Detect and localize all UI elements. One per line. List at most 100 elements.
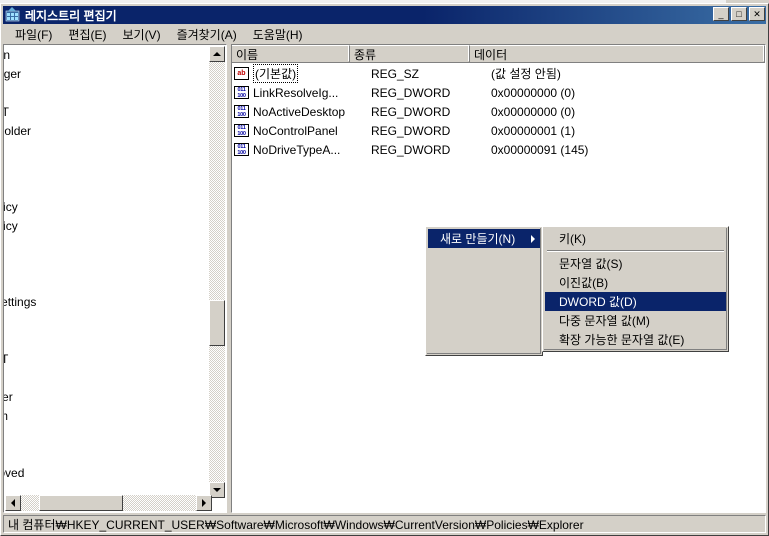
maximize-icon: □ [736, 8, 742, 19]
chevron-down-icon [213, 488, 221, 492]
value-name-cell: NoActiveDesktop [253, 105, 371, 119]
menu-help-label: 도움말(H) [252, 28, 303, 42]
tree-item-label: Group Policy [4, 219, 18, 233]
submenu-separator [547, 250, 724, 252]
tree-item-ext[interactable]: Ext [4, 179, 212, 198]
tree-item-mstciph[interactable]: MSTCIPH [4, 331, 212, 350]
menu-edit-label: 편집(E) [68, 28, 107, 42]
value-type: REG_DWORD [371, 142, 451, 157]
minimize-button[interactable]: _ [713, 7, 729, 21]
menu-file-label: 파일(F) [15, 28, 53, 42]
window-title: 레지스트리 편집기 [25, 8, 117, 23]
minimize-icon: _ [718, 9, 724, 19]
value-row[interactable]: 011 100 NoControlPanel REG_DWORD 0x00000001… [232, 121, 765, 140]
value-row[interactable]: 011 100 NoDriveTypeA... REG_DWORD 0x0000009… [232, 140, 765, 159]
tree-item-label: Internet Settings [4, 295, 37, 309]
value-name: LinkResolveIg... [253, 85, 339, 100]
tree-item-run[interactable]: Run [4, 445, 212, 464]
tree-item-difxapp[interactable]: DIFxApp [4, 141, 212, 160]
menu-file[interactable]: 파일(F) [7, 24, 60, 45]
tree-item-applets[interactable]: Applets [4, 84, 212, 103]
value-row[interactable]: 011 100 LinkResolveIg... REG_DWORD 0x000000… [232, 83, 765, 102]
value-row[interactable]: ab (기본값) REG_SZ (값 설정 안됨) [232, 64, 765, 83]
value-type: REG_DWORD [371, 123, 451, 138]
registry-tree-pane[interactable]: CurrentVersion App Manager Applets CINTLGNT… [3, 44, 227, 513]
values-column-header: 이름 종류 데이터 [232, 45, 765, 63]
value-row[interactable]: 011 100 NoActiveDesktop REG_DWORD 0x0000000… [232, 102, 765, 121]
tree-vertical-scroll-thumb[interactable] [209, 300, 225, 346]
tree-item-label: CINTLGNT [4, 106, 9, 119]
tree-item-pruna[interactable]: Pruna [4, 426, 212, 445]
submenu-item-3[interactable]: DWORD 값(D) [545, 292, 726, 311]
tree-vertical-scroll-track[interactable] [209, 62, 225, 482]
submenu-item-1[interactable]: 문자열 값(S) [545, 254, 726, 273]
tree-item-internet-settings[interactable]: Internet Settings [4, 293, 212, 312]
column-name-label: 이름 [236, 47, 259, 62]
submenu-item-0[interactable]: 키(K) [545, 229, 726, 248]
tree-item-msscipy[interactable]: MSSCIPY [4, 312, 212, 331]
close-icon: ✕ [753, 8, 761, 19]
close-button[interactable]: ✕ [749, 7, 765, 21]
tree-item-cintlgnt[interactable]: CINTLGNT [4, 103, 212, 122]
tree-item-group-policy[interactable]: Group Policy [4, 217, 212, 236]
tree-vertical-scrollbar[interactable] [209, 46, 225, 498]
dword-value-icon: 011 100 [234, 142, 250, 157]
column-data-label: 데이터 [474, 47, 508, 62]
tree-item-group-policy[interactable]: Group Policy [4, 198, 212, 217]
registry-editor-icon [5, 7, 21, 23]
tree-item-ime[interactable]: IME [4, 255, 212, 274]
tree-item-currentversion[interactable]: CurrentVersion [4, 46, 212, 65]
menu-help[interactable]: 도움말(H) [245, 24, 311, 45]
tree-item-app-manager[interactable]: App Manager [4, 65, 212, 84]
submenu-item-label: 다중 문자열 값(M) [559, 314, 650, 328]
tree-scroll-right-button[interactable] [196, 495, 212, 511]
value-name: (기본값) [253, 64, 299, 83]
tree-item-internet[interactable]: Internet [4, 274, 212, 293]
column-type[interactable]: 종류 [350, 45, 470, 63]
value-name-cell: LinkResolveIg... [253, 86, 371, 100]
dword-value-icon: 011 100 [234, 123, 250, 138]
chevron-up-icon [213, 52, 221, 56]
tree-item-system[interactable]: System [4, 407, 212, 426]
tree-scroll-up-button[interactable] [209, 46, 225, 62]
column-name[interactable]: 이름 [232, 45, 350, 63]
submenu-arrow-icon [531, 235, 535, 243]
value-name: NoDriveTypeA... [253, 142, 341, 157]
window-controls: _ □ ✕ [713, 7, 765, 21]
submenu-item-4[interactable]: 다중 문자열 값(M) [545, 311, 726, 330]
submenu-item-5[interactable]: 확장 가능한 문자열 값(E) [545, 330, 726, 349]
tree-item-label: App Manager [4, 67, 22, 81]
value-data: 0x00000091 (145) [491, 142, 589, 157]
title-bar[interactable]: 레지스트리 편집기 _ □ ✕ [3, 6, 766, 24]
context-menu: 새로 만들기(N) [425, 226, 543, 356]
tree-item-label: Run_removed [4, 466, 25, 480]
tree-scroll-left-button[interactable] [5, 495, 21, 511]
registry-tree-viewport: CurrentVersion App Manager Applets CINTLGNT… [4, 45, 212, 498]
tree-item-pintlgnt[interactable]: PINTLGNT [4, 350, 212, 369]
tree-item-explorer[interactable]: Explorer [4, 160, 212, 179]
tree-item-grpconv[interactable]: GrpConv [4, 236, 212, 255]
tree-item-label: System [4, 410, 8, 423]
dword-value-icon: 011 100 [234, 104, 250, 119]
tree-item-policies[interactable]: Policies [4, 369, 212, 388]
menu-view[interactable]: 보기(V) [114, 24, 168, 45]
tree-horizontal-scrollbar[interactable] [5, 495, 212, 511]
registry-tree: CurrentVersion App Manager Applets CINTLGNT… [4, 46, 212, 498]
tree-item-run-removed[interactable]: Run_removed [4, 464, 212, 483]
menu-favorites[interactable]: 즐겨찾기(A) [169, 24, 245, 45]
value-type: REG_DWORD [371, 85, 451, 100]
tree-item-label: Group Policy [4, 200, 18, 214]
maximize-button[interactable]: □ [731, 7, 747, 21]
menu-edit[interactable]: 편집(E) [60, 24, 114, 45]
tree-item-explorer[interactable]: Explorer [4, 388, 212, 407]
value-name-cell: NoDriveTypeA... [253, 143, 371, 157]
value-data: 0x00000000 (0) [491, 104, 576, 119]
tree-horizontal-scroll-thumb[interactable] [39, 495, 123, 511]
value-type: REG_SZ [371, 66, 420, 81]
submenu-item-2[interactable]: 이진값(B) [545, 273, 726, 292]
status-path-text: 내 컴퓨터₩HKEY_CURRENT_USER₩Software₩Microso… [8, 517, 584, 532]
tree-item-controls-folder[interactable]: Controls Folder [4, 122, 212, 141]
submenu-item-label: 이진값(B) [559, 276, 609, 290]
column-data[interactable]: 데이터 [470, 45, 765, 63]
context-menu-item-new[interactable]: 새로 만들기(N) [428, 229, 540, 248]
